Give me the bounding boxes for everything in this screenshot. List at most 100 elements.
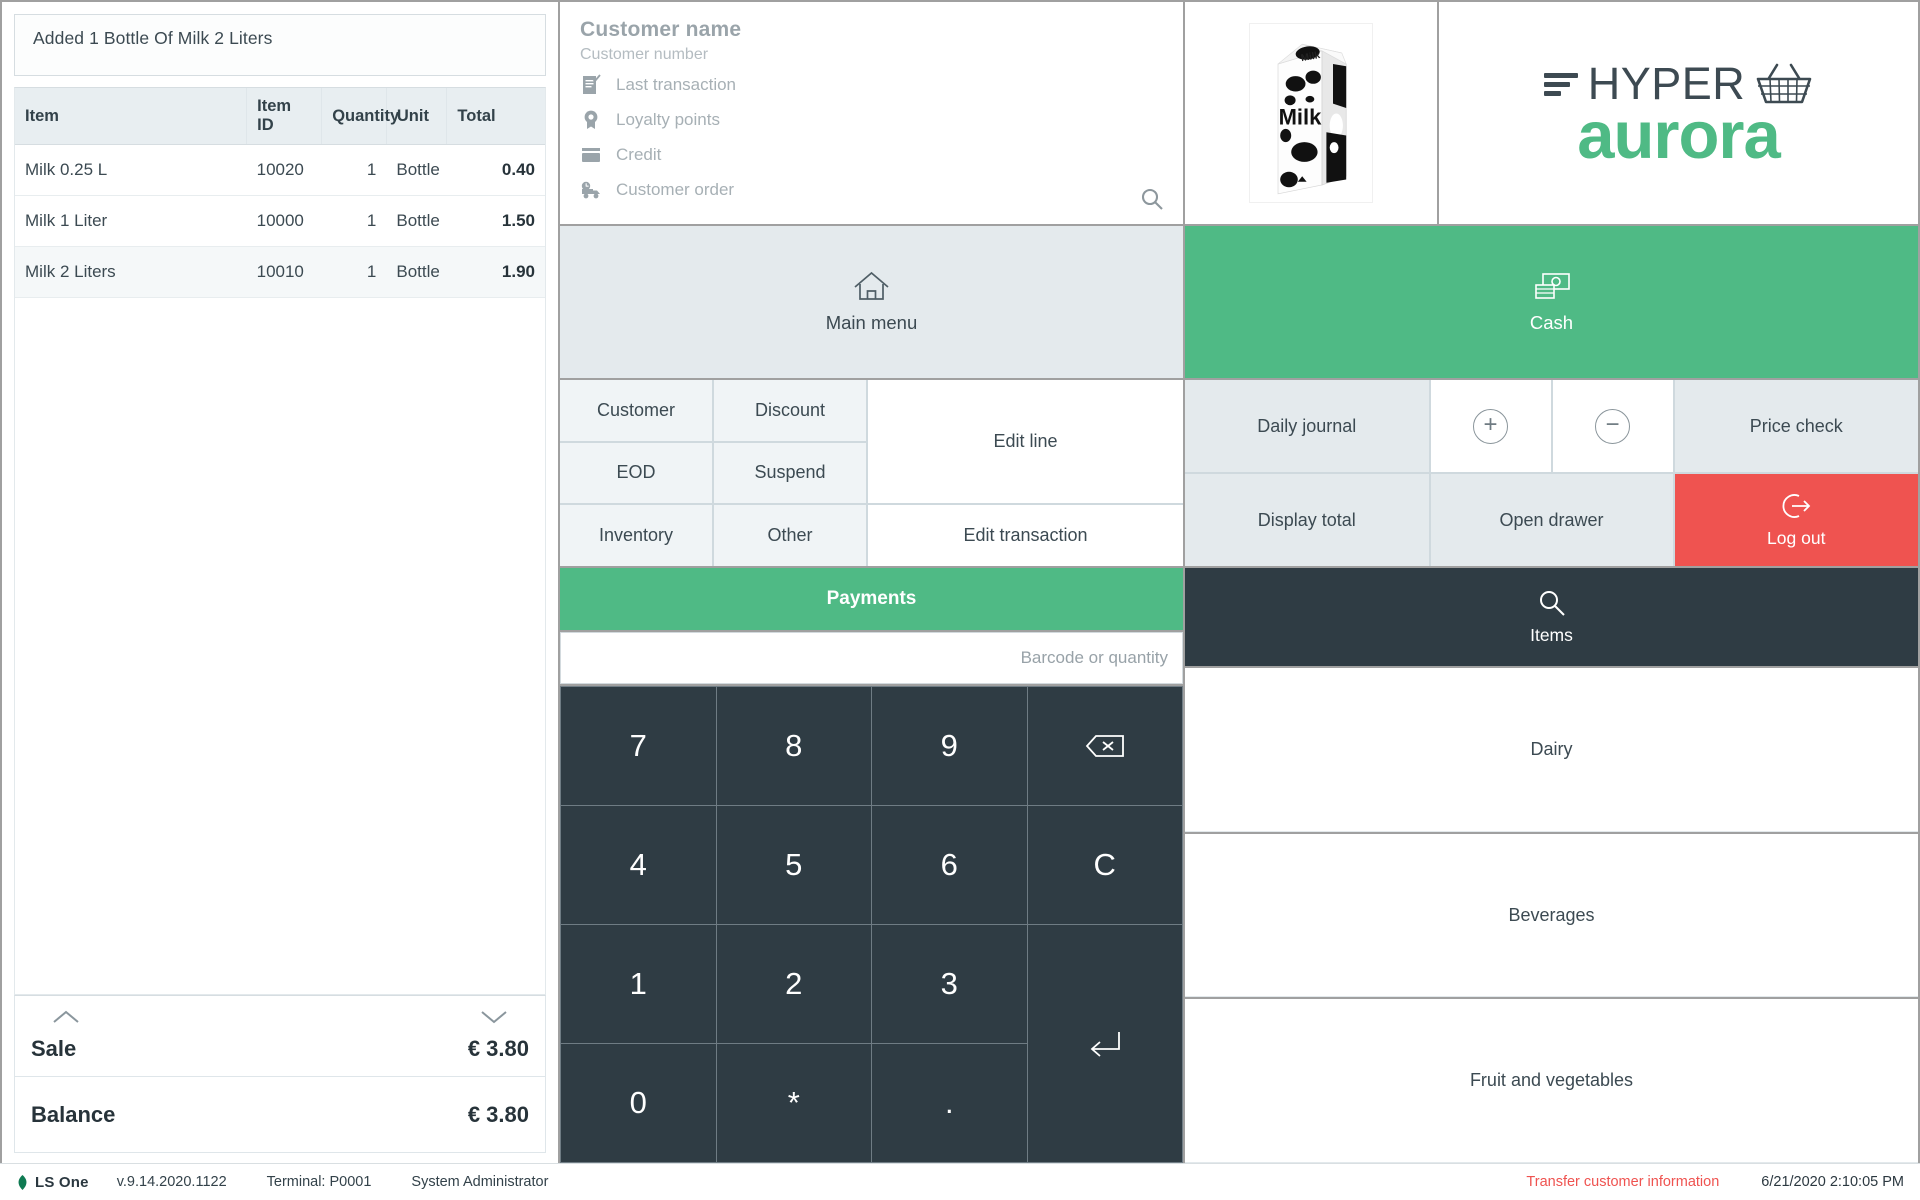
column-header-quantity: Quantity [321,88,399,145]
key-8[interactable]: 8 [716,687,871,805]
store-logo: HYPER aurora [1439,2,1918,224]
category-beverages[interactable]: Beverages [1185,833,1918,998]
search-icon[interactable] [1139,186,1165,212]
minus-circle-icon: − [1595,408,1630,444]
cell-item-id: 10010 [246,246,322,298]
customer-loyalty-points[interactable]: Loyalty points [580,105,1163,134]
cell-item: Milk 1 Liter [15,195,247,247]
barcode-input[interactable]: Barcode or quantity [560,632,1183,684]
transaction-lines[interactable]: Item Item ID Quantity Unit Total Milk 0.… [14,87,546,995]
ls-one-logo: LS One [16,1174,89,1191]
customer-credit[interactable]: Credit [580,140,1163,169]
table-header-row: Item Item ID Quantity Unit Total [15,88,545,145]
items-search-button[interactable]: Items [1185,568,1918,666]
banknotes-icon [1532,271,1572,303]
table-row[interactable]: Milk 0.25 L 10020 1 Bottle 0.40 [15,144,545,196]
customer-order-label: Customer order [616,179,735,199]
balance-row: Balance € 3.80 [14,1077,546,1153]
eod-button[interactable]: EOD [560,442,712,504]
scroll-up-icon[interactable] [49,1006,83,1028]
key-0[interactable]: 0 [561,1044,716,1162]
scroll-down-icon[interactable] [477,1006,511,1028]
edit-line-button[interactable]: Edit line [868,380,1183,504]
decrease-quantity-button[interactable]: − [1552,380,1673,472]
receipt-panel: Added 1 Bottle Of Milk 2 Liters Item Ite… [2,2,558,1163]
edit-transaction-button[interactable]: Edit transaction [868,505,1183,566]
cell-quantity: 1 [321,195,387,247]
customer-order[interactable]: Customer order [580,175,1163,204]
balance-value: € 3.80 [467,1101,529,1127]
status-bar: LS One v.9.14.2020.1122 Terminal: P0001 … [0,1163,1920,1200]
plus-circle-icon: + [1473,408,1508,444]
enter-key[interactable] [1027,925,1182,1162]
delivery-truck-icon [580,179,602,201]
key-5[interactable]: 5 [716,806,871,924]
log-out-label: Log out [1767,527,1826,548]
key-9[interactable]: 9 [872,687,1027,805]
key-6[interactable]: 6 [872,806,1027,924]
payments-button[interactable]: Payments [560,568,1183,630]
table-row[interactable]: Milk 2 Liters 10010 1 Bottle 1.90 [15,246,545,298]
cell-total: 0.40 [446,144,545,196]
customer-loyalty-points-label: Loyalty points [616,109,720,129]
other-button[interactable]: Other [714,505,866,566]
category-dairy[interactable]: Dairy [1185,668,1918,832]
milk-carton-icon: Milk Milk [1277,43,1347,194]
customer-panel[interactable]: Customer name Customer number Last trans… [560,2,1183,224]
credit-card-icon [580,144,602,166]
main-menu-button[interactable]: Main menu [560,226,1183,378]
open-drawer-button[interactable]: Open drawer [1430,474,1673,566]
category-fruit-and-vegetables[interactable]: Fruit and vegetables [1185,999,1918,1164]
key-2[interactable]: 2 [716,925,871,1043]
cell-item-id: 10000 [246,195,322,247]
backspace-icon [1085,731,1125,761]
main-menu-label: Main menu [825,311,918,333]
inventory-button[interactable]: Inventory [560,505,712,566]
customer-last-transaction-label: Last transaction [616,74,737,94]
discount-button[interactable]: Discount [714,380,866,441]
cell-item: Milk 2 Liters [15,246,247,298]
app-version: v.9.14.2020.1122 [116,1174,227,1190]
main-area: Added 1 Bottle Of Milk 2 Liters Item Ite… [0,0,1920,1164]
clear-key[interactable]: C [1027,806,1182,924]
balance-label: Balance [31,1101,116,1127]
status-message: Added 1 Bottle Of Milk 2 Liters [14,14,546,76]
transaction-table: Item Item ID Quantity Unit Total Milk 0.… [15,88,545,298]
enter-icon [1085,1029,1125,1059]
cell-unit: Bottle [386,246,447,298]
cash-label: Cash [1529,311,1574,333]
cash-button[interactable]: Cash [1185,226,1918,378]
display-total-button[interactable]: Display total [1185,474,1429,566]
sale-total-row: Sale € 3.80 [14,995,546,1077]
terminal-id: Terminal: P0001 [266,1174,372,1190]
backspace-key[interactable] [1027,687,1182,805]
daily-journal-button[interactable]: Daily journal [1185,380,1429,472]
table-row[interactable]: Milk 1 Liter 10000 1 Bottle 1.50 [15,195,545,247]
customer-last-transaction[interactable]: Last transaction [580,70,1163,99]
log-out-button[interactable]: Log out [1674,474,1918,566]
cell-item-id: 10020 [246,144,322,196]
cell-unit: Bottle [386,144,447,196]
table-empty-space [15,298,545,994]
price-check-button[interactable]: Price check [1674,380,1918,472]
logo-bars-icon [1543,72,1578,96]
suspend-button[interactable]: Suspend [714,442,866,504]
transfer-customer-information-link[interactable]: Transfer customer information [1526,1174,1719,1190]
key-asterisk[interactable]: * [716,1044,871,1162]
increase-quantity-button[interactable]: + [1430,380,1551,472]
cell-total: 1.50 [446,195,545,247]
cell-quantity: 1 [321,246,387,298]
cell-quantity: 1 [321,144,387,196]
customer-button[interactable]: Customer [560,380,712,441]
timestamp: 6/21/2020 2:10:05 PM [1761,1174,1904,1190]
middle-column: Customer name Customer number Last trans… [560,2,1183,1163]
cell-total: 1.90 [446,246,545,298]
key-4[interactable]: 4 [561,806,716,924]
key-1[interactable]: 1 [561,925,716,1043]
plus-sign: + [1483,410,1498,438]
key-3[interactable]: 3 [872,925,1027,1043]
key-7[interactable]: 7 [561,687,716,805]
cell-item: Milk 0.25 L [15,144,247,196]
key-decimal[interactable]: . [872,1044,1027,1162]
right-column: Milk Milk HYPER aurora Cash Daily journa… [1185,2,1918,1164]
